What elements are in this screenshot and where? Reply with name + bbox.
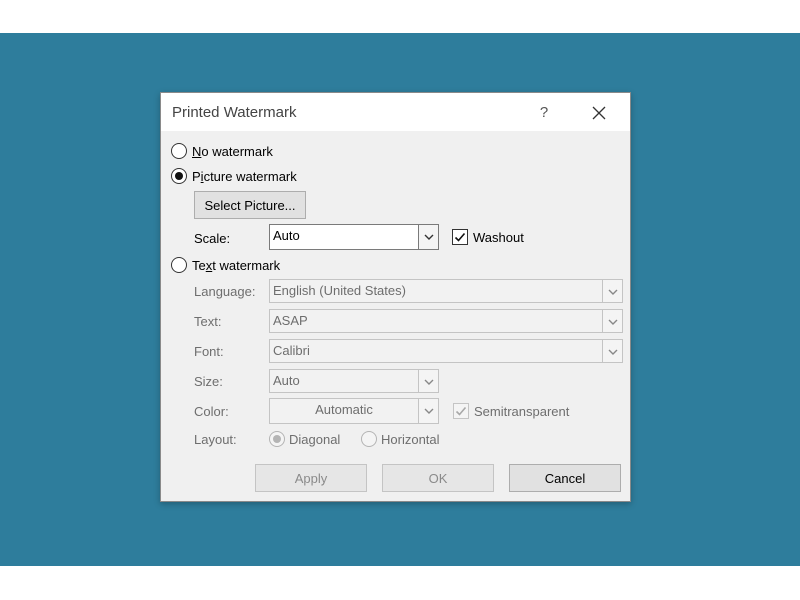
- select-picture-button[interactable]: Select Picture...: [194, 191, 306, 219]
- scale-label: Scale:: [194, 231, 231, 246]
- scale-value: Auto: [273, 228, 300, 243]
- diagonal-radio[interactable]: [269, 431, 285, 447]
- no-watermark-label[interactable]: No watermark: [192, 144, 273, 159]
- horizontal-label[interactable]: Horizontal: [381, 432, 440, 447]
- chevron-down-icon[interactable]: [602, 340, 622, 362]
- ok-button[interactable]: OK: [382, 464, 494, 492]
- font-value: Calibri: [273, 343, 310, 358]
- cancel-button[interactable]: Cancel: [509, 464, 621, 492]
- apply-button[interactable]: Apply: [255, 464, 367, 492]
- diagonal-label[interactable]: Diagonal: [289, 432, 340, 447]
- title-bar: Printed Watermark ?: [161, 93, 630, 131]
- text-value: ASAP: [273, 313, 308, 328]
- text-combo[interactable]: ASAP: [269, 309, 623, 333]
- font-combo[interactable]: Calibri: [269, 339, 623, 363]
- color-label: Color:: [194, 404, 229, 419]
- printed-watermark-dialog: Printed Watermark ? No watermark Picture…: [160, 92, 631, 502]
- picture-watermark-label[interactable]: Picture watermark: [192, 169, 297, 184]
- horizontal-radio[interactable]: [361, 431, 377, 447]
- size-label: Size:: [194, 374, 223, 389]
- language-combo[interactable]: English (United States): [269, 279, 623, 303]
- text-watermark-label[interactable]: Text watermark: [192, 258, 280, 273]
- checkmark-icon: [454, 232, 466, 242]
- help-icon[interactable]: ?: [532, 101, 556, 125]
- no-watermark-radio[interactable]: [171, 143, 187, 159]
- color-picker[interactable]: Automatic: [269, 398, 439, 424]
- close-icon[interactable]: [585, 99, 613, 127]
- scale-combo[interactable]: Auto: [269, 224, 439, 250]
- chevron-down-icon[interactable]: [418, 225, 438, 249]
- washout-checkbox[interactable]: [452, 229, 468, 245]
- text-watermark-radio[interactable]: [171, 257, 187, 273]
- chevron-down-icon[interactable]: [602, 310, 622, 332]
- checkmark-icon: [455, 406, 467, 416]
- chevron-down-icon[interactable]: [602, 280, 622, 302]
- color-value: Automatic: [315, 402, 373, 417]
- size-value: Auto: [273, 373, 300, 388]
- picture-watermark-radio[interactable]: [171, 168, 187, 184]
- language-label: Language:: [194, 284, 256, 299]
- language-value: English (United States): [273, 283, 406, 298]
- text-label: Text:: [194, 314, 222, 329]
- size-combo[interactable]: Auto: [269, 369, 439, 393]
- semitransparent-checkbox[interactable]: [453, 403, 469, 419]
- dialog-title: Printed Watermark: [172, 104, 297, 121]
- chevron-down-icon[interactable]: [418, 399, 438, 423]
- font-label: Font:: [194, 344, 224, 359]
- washout-label[interactable]: Washout: [473, 230, 524, 245]
- semitransparent-label[interactable]: Semitransparent: [474, 404, 569, 419]
- layout-label: Layout:: [194, 432, 237, 447]
- chevron-down-icon[interactable]: [418, 370, 438, 392]
